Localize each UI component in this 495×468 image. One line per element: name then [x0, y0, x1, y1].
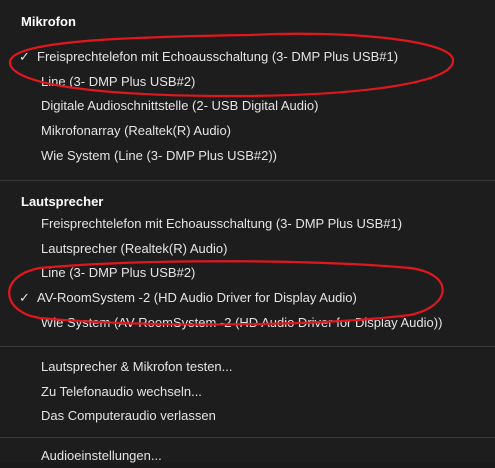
- menu-item-mic-line[interactable]: Line (3- DMP Plus USB#2): [0, 70, 495, 94]
- menu-item-mic-same-as-system[interactable]: Wie System (Line (3- DMP Plus USB#2)): [0, 144, 495, 168]
- menu-divider: [0, 180, 495, 181]
- menu-item-label: Lautsprecher & Mikrofon testen...: [41, 359, 233, 374]
- menu-item-audio-settings[interactable]: Audioeinstellungen...: [0, 444, 495, 468]
- menu-item-speaker-av-roomsystem[interactable]: ✓ AV-RoomSystem -2 (HD Audio Driver for …: [0, 286, 495, 310]
- menu-item-test-speaker-mic[interactable]: Lautsprecher & Mikrofon testen...: [0, 355, 495, 379]
- audio-device-menu: Mikrofon ✓ Freisprechtelefon mit Echoaus…: [0, 0, 495, 463]
- check-icon: ✓: [19, 290, 30, 305]
- menu-item-switch-to-phone-audio[interactable]: Zu Telefonaudio wechseln...: [0, 380, 495, 404]
- menu-item-label: Freisprechtelefon mit Echoausschaltung (…: [41, 216, 403, 231]
- menu-divider: [0, 346, 495, 347]
- menu-item-mic-speakerphone[interactable]: ✓ Freisprechtelefon mit Echoausschaltung…: [0, 45, 495, 69]
- menu-item-label: Zu Telefonaudio wechseln...: [41, 384, 202, 399]
- menu-item-label: Digitale Audioschnittstelle (2- USB Digi…: [41, 98, 319, 113]
- menu-item-mic-digital-interface[interactable]: Digitale Audioschnittstelle (2- USB Digi…: [0, 94, 495, 118]
- menu-item-label: Wie System (Line (3- DMP Plus USB#2)): [41, 148, 277, 163]
- menu-item-label: Mikrofonarray (Realtek(R) Audio): [41, 123, 232, 138]
- menu-item-leave-computer-audio[interactable]: Das Computeraudio verlassen: [0, 404, 495, 428]
- menu-item-label: Line (3- DMP Plus USB#2): [41, 74, 196, 89]
- check-icon: ✓: [19, 49, 30, 64]
- menu-item-label: AV-RoomSystem -2 (HD Audio Driver for Di…: [37, 290, 357, 305]
- menu-item-label: Audioeinstellungen...: [41, 448, 162, 463]
- menu-divider: [0, 437, 495, 438]
- menu-item-speaker-line[interactable]: Line (3- DMP Plus USB#2): [0, 261, 495, 285]
- menu-item-label: Wie System (AV-RoomSystem -2 (HD Audio D…: [41, 315, 443, 330]
- menu-item-label: Das Computeraudio verlassen: [41, 408, 216, 423]
- microphone-section-header: Mikrofon: [21, 14, 76, 29]
- menu-item-label: Freisprechtelefon mit Echoausschaltung (…: [37, 49, 399, 64]
- menu-item-label: Line (3- DMP Plus USB#2): [41, 265, 196, 280]
- speaker-section-header: Lautsprecher: [21, 194, 104, 209]
- menu-item-label: Lautsprecher (Realtek(R) Audio): [41, 241, 228, 256]
- menu-item-speaker-realtek[interactable]: Lautsprecher (Realtek(R) Audio): [0, 237, 495, 261]
- menu-item-speaker-same-as-system[interactable]: Wie System (AV-RoomSystem -2 (HD Audio D…: [0, 311, 495, 335]
- menu-item-speaker-speakerphone[interactable]: Freisprechtelefon mit Echoausschaltung (…: [0, 212, 495, 236]
- menu-item-mic-array[interactable]: Mikrofonarray (Realtek(R) Audio): [0, 119, 495, 143]
